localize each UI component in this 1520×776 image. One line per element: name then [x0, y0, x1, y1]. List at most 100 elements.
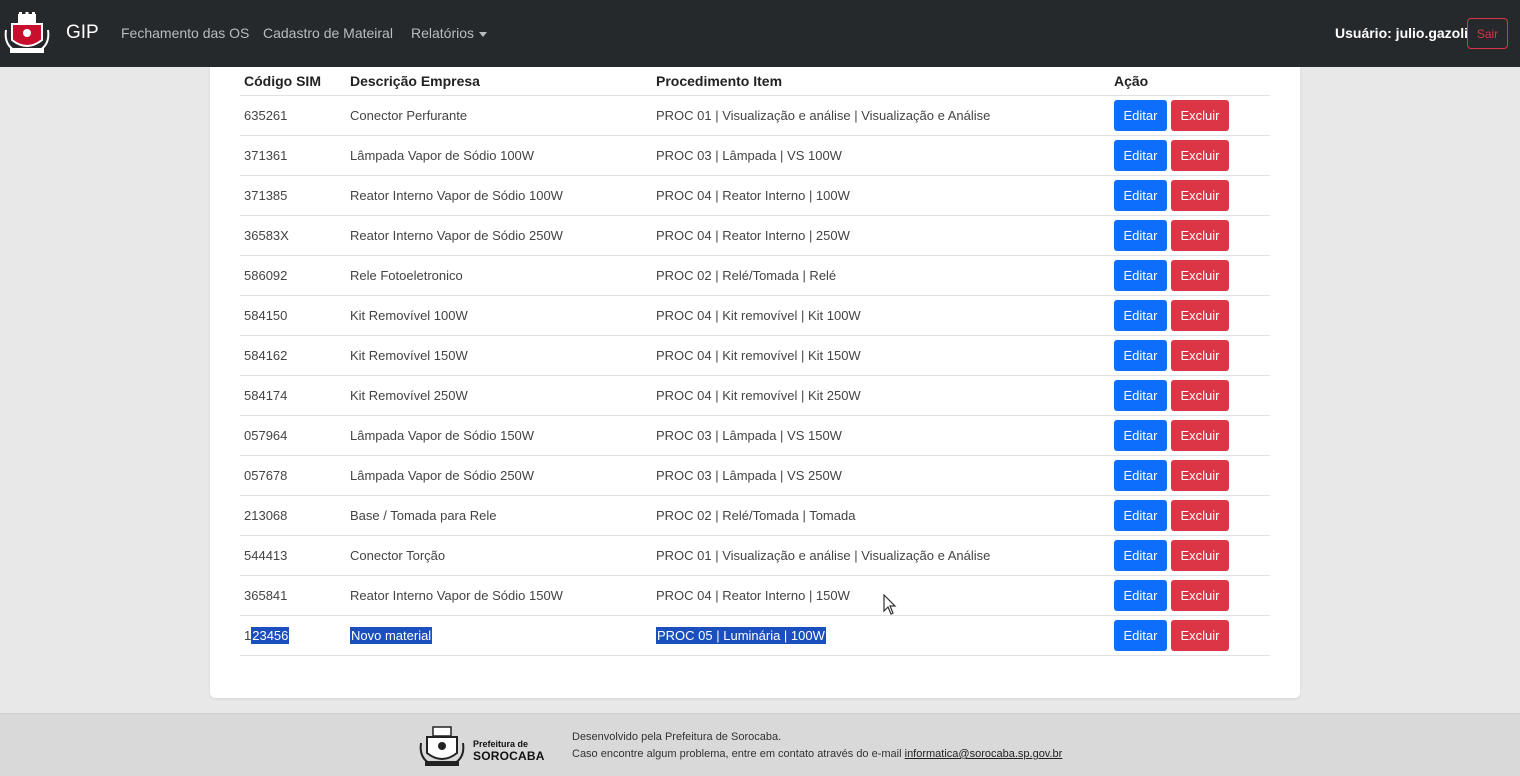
- cell-description: Lâmpada Vapor de Sódio 100W: [350, 135, 656, 176]
- mouse-cursor-icon: [883, 594, 897, 615]
- table-row: 057964 Lâmpada Vapor de Sódio 150W PROC 03…: [240, 415, 1270, 456]
- cell-procedure: PROC 05 | Luminária | 100W: [656, 615, 1114, 656]
- delete-button[interactable]: Excluir: [1171, 459, 1229, 491]
- table-row: 123456 Novo material PROC 05 | Luminária…: [240, 615, 1270, 656]
- cell-code: 584162: [240, 335, 350, 376]
- cell-actions: Editar Excluir: [1114, 495, 1270, 536]
- cell-actions: Editar Excluir: [1114, 535, 1270, 576]
- delete-button[interactable]: Excluir: [1171, 339, 1229, 371]
- table-row: 371385 Reator Interno Vapor de Sódio 100W…: [240, 175, 1270, 216]
- cell-description: Base / Tomada para Rele: [350, 495, 656, 536]
- table-row: 584162 Kit Removível 150W PROC 04 | Kit re…: [240, 335, 1270, 376]
- nav-link-cadastro-material[interactable]: Cadastro de Mateiral: [263, 25, 393, 41]
- city-coat-of-arms-icon: [419, 726, 465, 766]
- cell-actions: Editar Excluir: [1114, 95, 1270, 136]
- footer-brand-big: SOROCABA: [473, 749, 545, 763]
- table-body: 635261 Conector Perfurante PROC 01 | Visua…: [240, 95, 1270, 656]
- footer-contact-text: Caso encontre algum problema, entre em c…: [572, 748, 905, 760]
- city-coat-of-arms-icon[interactable]: [4, 10, 50, 56]
- edit-button[interactable]: Editar: [1114, 539, 1167, 571]
- table-row: 544413 Conector Torção PROC 01 | Visualiza…: [240, 535, 1270, 576]
- cell-procedure: PROC 03 | Lâmpada | VS 150W: [656, 415, 1114, 456]
- edit-button[interactable]: Editar: [1114, 139, 1167, 171]
- edit-button[interactable]: Editar: [1114, 499, 1167, 531]
- cell-description: Reator Interno Vapor de Sódio 250W: [350, 215, 656, 256]
- cell-procedure: PROC 03 | Lâmpada | VS 100W: [656, 135, 1114, 176]
- edit-button[interactable]: Editar: [1114, 419, 1167, 451]
- edit-button[interactable]: Editar: [1114, 379, 1167, 411]
- brand-title[interactable]: GIP: [66, 22, 99, 44]
- selected-text: PROC 05 | Luminária | 100W: [656, 626, 826, 644]
- cell-procedure: PROC 04 | Kit removível | Kit 100W: [656, 295, 1114, 336]
- caret-down-icon: [479, 31, 488, 37]
- cell-description: Lâmpada Vapor de Sódio 250W: [350, 455, 656, 496]
- table-row: 635261 Conector Perfurante PROC 01 | Visua…: [240, 95, 1270, 136]
- user-label: Usuário: julio.gazoli: [1335, 25, 1469, 41]
- cell-actions: Editar Excluir: [1114, 455, 1270, 496]
- cell-code: 635261: [240, 95, 350, 136]
- edit-button[interactable]: Editar: [1114, 179, 1167, 211]
- table-header-row: Código SIM Descrição Empresa Procediment…: [240, 67, 1270, 96]
- delete-button[interactable]: Excluir: [1171, 619, 1229, 651]
- header-procedimento-item: Procedimento Item: [656, 67, 1114, 96]
- edit-button[interactable]: Editar: [1114, 619, 1167, 651]
- cell-code: 371361: [240, 135, 350, 176]
- cell-description: Kit Removível 150W: [350, 335, 656, 376]
- cell-code: 586092: [240, 255, 350, 296]
- delete-button[interactable]: Excluir: [1171, 499, 1229, 531]
- delete-button[interactable]: Excluir: [1171, 259, 1229, 291]
- cell-description: Lâmpada Vapor de Sódio 150W: [350, 415, 656, 456]
- cell-actions: Editar Excluir: [1114, 295, 1270, 336]
- edit-button[interactable]: Editar: [1114, 459, 1167, 491]
- cell-actions: Editar Excluir: [1114, 335, 1270, 376]
- cell-code: 371385: [240, 175, 350, 216]
- delete-button[interactable]: Excluir: [1171, 99, 1229, 131]
- edit-button[interactable]: Editar: [1114, 299, 1167, 331]
- cell-code: 544413: [240, 535, 350, 576]
- cell-code: 213068: [240, 495, 350, 536]
- logout-button[interactable]: Sair: [1467, 18, 1508, 49]
- table-row: 213068 Base / Tomada para Rele PROC 02 | R…: [240, 495, 1270, 536]
- delete-button[interactable]: Excluir: [1171, 219, 1229, 251]
- cell-procedure: PROC 04 | Kit removível | Kit 150W: [656, 335, 1114, 376]
- cell-actions: Editar Excluir: [1114, 255, 1270, 296]
- delete-button[interactable]: Excluir: [1171, 299, 1229, 331]
- edit-button[interactable]: Editar: [1114, 339, 1167, 371]
- page-footer: Prefeitura de SOROCABA Desenvolvido pela…: [0, 713, 1520, 776]
- selected-text: 23456: [251, 626, 290, 644]
- cell-description: Reator Interno Vapor de Sódio 150W: [350, 575, 656, 616]
- cell-procedure: PROC 04 | Kit removível | Kit 250W: [656, 375, 1114, 416]
- cell-actions: Editar Excluir: [1114, 415, 1270, 456]
- delete-button[interactable]: Excluir: [1171, 179, 1229, 211]
- edit-button[interactable]: Editar: [1114, 579, 1167, 611]
- cell-actions: Editar Excluir: [1114, 175, 1270, 216]
- delete-button[interactable]: Excluir: [1171, 379, 1229, 411]
- cell-procedure: PROC 04 | Reator Interno | 250W: [656, 215, 1114, 256]
- delete-button[interactable]: Excluir: [1171, 539, 1229, 571]
- edit-button[interactable]: Editar: [1114, 219, 1167, 251]
- cell-description: Conector Perfurante: [350, 95, 656, 136]
- cell-code: 123456: [240, 615, 350, 656]
- footer-email-link[interactable]: informatica@sorocaba.sp.gov.br: [905, 748, 1063, 760]
- cell-procedure: PROC 01 | Visualização e análise | Visua…: [656, 535, 1114, 576]
- footer-credit: Desenvolvido pela Prefeitura de Sorocaba…: [572, 731, 782, 743]
- nav-dropdown-label: Relatórios: [411, 25, 475, 41]
- nav-link-fechamento-os[interactable]: Fechamento das OS: [121, 25, 249, 41]
- edit-button[interactable]: Editar: [1114, 99, 1167, 131]
- cell-procedure: PROC 03 | Lâmpada | VS 250W: [656, 455, 1114, 496]
- cell-code: 057678: [240, 455, 350, 496]
- delete-button[interactable]: Excluir: [1171, 139, 1229, 171]
- cell-description: Kit Removível 100W: [350, 295, 656, 336]
- materials-table: Código SIM Descrição Empresa Procediment…: [240, 67, 1270, 656]
- cell-procedure: PROC 01 | Visualização e análise | Visua…: [656, 95, 1114, 136]
- cell-description: Rele Fotoeletronico: [350, 255, 656, 296]
- edit-button[interactable]: Editar: [1114, 259, 1167, 291]
- delete-button[interactable]: Excluir: [1171, 419, 1229, 451]
- delete-button[interactable]: Excluir: [1171, 579, 1229, 611]
- materials-card: Código SIM Descrição Empresa Procediment…: [210, 67, 1300, 698]
- cell-procedure: PROC 04 | Reator Interno | 100W: [656, 175, 1114, 216]
- table-row: 584174 Kit Removível 250W PROC 04 | Kit re…: [240, 375, 1270, 416]
- nav-dropdown-relatorios[interactable]: Relatórios: [411, 25, 488, 41]
- header-codigo-sim: Código SIM: [240, 67, 350, 96]
- footer-brand-small: Prefeitura de: [473, 739, 529, 749]
